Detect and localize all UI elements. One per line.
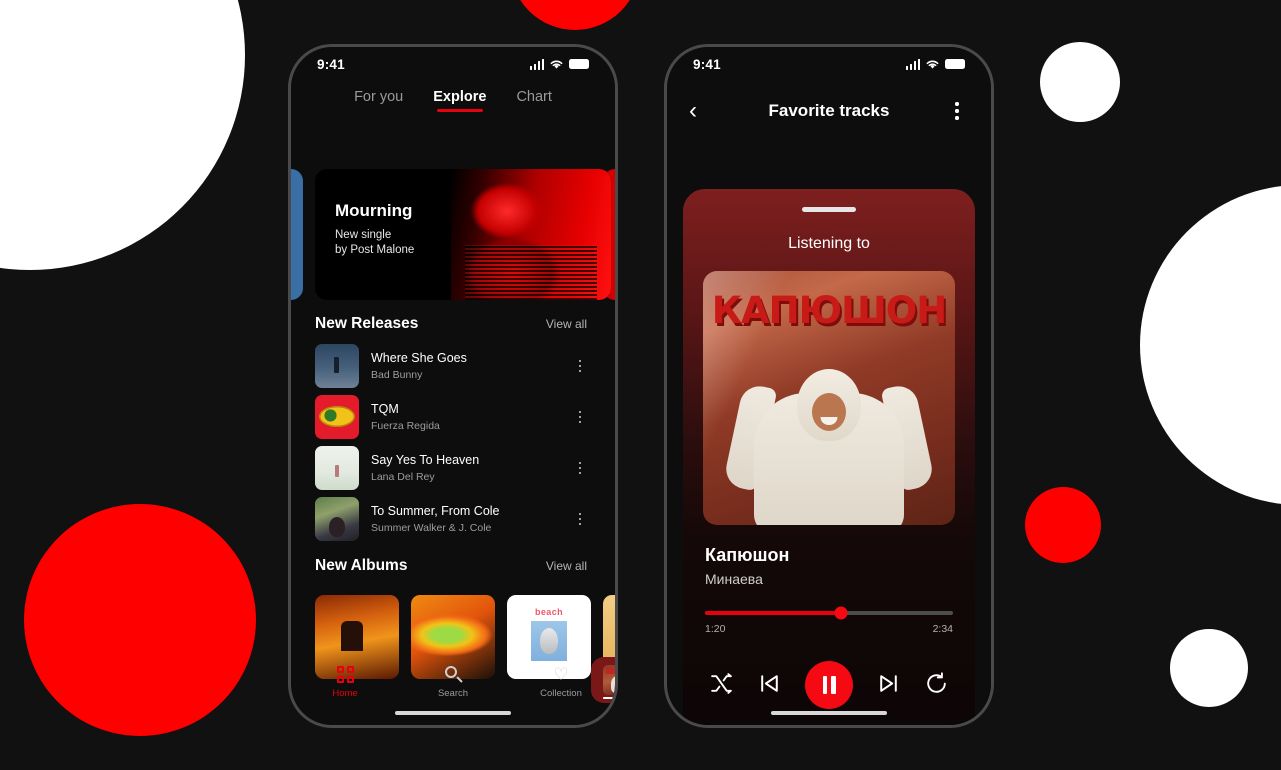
right-screen: 9:41 ‹ Favorite tracks Listening to КАПЮ… [667, 47, 991, 725]
track-artist: Lana Del Rey [371, 470, 435, 483]
hero-subtitle-line1: New single [335, 229, 392, 241]
now-playing-track: Капюшон [705, 545, 790, 565]
album-artwork [531, 621, 567, 661]
previous-button[interactable] [757, 671, 782, 700]
total-duration: 2:34 [932, 623, 953, 635]
battery-icon [569, 59, 589, 69]
shuffle-button[interactable] [709, 671, 734, 700]
cellular-signal-icon [529, 58, 544, 70]
page-title: Favorite tracks [768, 101, 890, 120]
new-albums-title: New Albums [315, 557, 408, 574]
hero-card-mourning[interactable]: Mourning New single by Post Malone [315, 169, 611, 300]
tab-bar-item-home[interactable]: Home [291, 666, 399, 699]
bottom-tab-bar: Home Search ♡ Collection [291, 666, 615, 699]
now-playing-artist: Минаева [705, 571, 763, 587]
tab-bar-label: Search [437, 688, 469, 699]
track-title: Where She Goes [371, 350, 467, 365]
track-menu-icon[interactable] [573, 512, 587, 526]
circle-white-right [1140, 185, 1281, 505]
phone-right-player: 9:41 ‹ Favorite tracks Listening to КАПЮ… [664, 44, 994, 728]
track-row-4[interactable]: To Summer, From Cole Summer Walker & J. … [315, 497, 587, 541]
search-icon [444, 666, 463, 683]
wifi-icon [926, 60, 939, 69]
home-indicator [771, 710, 887, 715]
track-artist: Fuerza Regida [371, 419, 440, 432]
top-tabs: For you Explore Chart [291, 89, 615, 112]
next-button[interactable] [876, 671, 901, 700]
track-artist: Summer Walker & J. Cole [371, 521, 492, 534]
track-menu-icon[interactable] [573, 410, 587, 424]
circle-red-bottomleft [24, 504, 256, 736]
track-row-3[interactable]: Say Yes To Heaven Lana Del Rey [315, 446, 587, 490]
track-artwork [315, 395, 359, 439]
hero-carousel[interactable]: Mourning New single by Post Malone [291, 169, 615, 300]
track-title: TQM [371, 401, 399, 416]
album-cover-artwork[interactable]: КАПЮШОН [703, 271, 955, 525]
repeat-icon [927, 671, 946, 693]
playback-controls [683, 661, 975, 709]
hero-card-previous[interactable] [291, 169, 303, 300]
track-artist: Bad Bunny [371, 368, 423, 381]
track-artwork [315, 344, 359, 388]
repeat-button[interactable] [924, 671, 949, 700]
circle-white-bottomright [1170, 629, 1248, 707]
track-menu-icon[interactable] [573, 359, 587, 373]
track-artwork [315, 446, 359, 490]
new-albums-view-all[interactable]: View all [546, 559, 587, 573]
new-releases-header: New Releases View all [315, 315, 587, 333]
seek-bar[interactable] [705, 606, 953, 620]
track-menu-icon[interactable] [573, 461, 587, 475]
play-pause-button[interactable] [805, 661, 853, 709]
status-bar: 9:41 [291, 47, 615, 81]
hero-title: Mourning [335, 201, 413, 220]
status-time: 9:41 [317, 56, 345, 72]
hero-subtitle-line2: by Post Malone [335, 244, 415, 256]
grid-icon [336, 666, 354, 683]
track-artwork [315, 497, 359, 541]
seek-knob[interactable] [834, 606, 848, 620]
left-screen: 9:41 For you Explore Chart Mourning New … [291, 47, 615, 725]
elapsed-time: 1:20 [705, 623, 726, 635]
new-releases-view-all[interactable]: View all [546, 317, 587, 331]
track-row-2[interactable]: TQM Fuerza Regida [315, 395, 587, 439]
sheet-heading: Listening to [788, 235, 870, 252]
tab-bar-label: Collection [540, 688, 582, 699]
cellular-signal-icon [905, 58, 920, 70]
cover-face [812, 393, 846, 431]
circle-white-topleft [0, 0, 245, 270]
wifi-icon [550, 60, 563, 69]
new-releases-title: New Releases [315, 315, 419, 332]
tab-explore[interactable]: Explore [433, 89, 486, 112]
next-track-icon [880, 674, 897, 692]
circle-red-right [1025, 487, 1101, 563]
circle-white-topright [1040, 42, 1120, 122]
status-bar: 9:41 [667, 47, 991, 81]
tab-bar-item-collection[interactable]: ♡ Collection [507, 666, 615, 699]
circle-red-top [510, 0, 640, 30]
tab-bar-item-search[interactable]: Search [399, 666, 507, 699]
heart-icon: ♡ [553, 665, 569, 684]
sheet-grabber[interactable] [802, 207, 856, 212]
previous-track-icon [761, 674, 778, 692]
nav-bar: ‹ Favorite tracks [667, 91, 991, 131]
home-indicator [395, 710, 511, 715]
now-playing-sheet: Listening to КАПЮШОН Капюшон Минаева 1:2… [683, 189, 975, 725]
kebab-menu-icon[interactable] [945, 102, 969, 120]
new-albums-header: New Albums View all [315, 557, 587, 575]
status-time: 9:41 [693, 56, 721, 72]
background-decoration [0, 0, 1281, 770]
cover-art-text: КАПЮШОН [711, 289, 947, 332]
phone-left-explore: 9:41 For you Explore Chart Mourning New … [288, 44, 618, 728]
chevron-left-icon[interactable]: ‹ [689, 99, 713, 123]
shuffle-icon [711, 672, 732, 694]
track-title: Say Yes To Heaven [371, 452, 480, 467]
battery-icon [945, 59, 965, 69]
tab-for-you[interactable]: For you [354, 89, 403, 112]
tab-bar-label: Home [332, 688, 358, 699]
track-title: To Summer, From Cole [371, 503, 500, 518]
track-row-1[interactable]: Where She Goes Bad Bunny [315, 344, 587, 388]
hero-artwork [451, 169, 611, 300]
tab-chart[interactable]: Chart [516, 89, 551, 112]
